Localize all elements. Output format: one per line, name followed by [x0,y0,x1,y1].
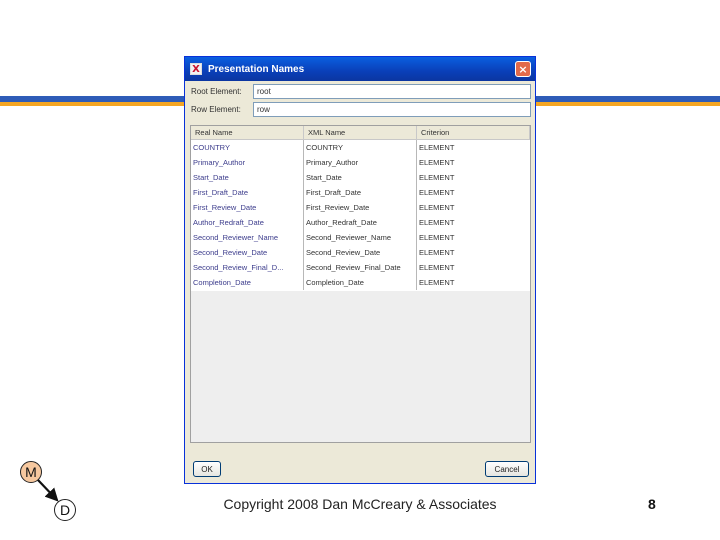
close-button[interactable]: × [515,61,531,77]
logo-m-node: M [20,461,42,483]
real-name-cell: Second_Review_Final_D... [191,260,304,275]
app-icon: X [190,63,202,75]
table-row[interactable]: First_Review_Date First_Review_Date ELEMEN… [191,200,530,215]
names-table: Real Name XML Name Criterion COUNTRY COUN… [190,125,531,443]
xml-name-cell[interactable]: Start_Date [304,170,417,185]
table-row[interactable]: Second_Review_Final_D... Second_Review_Fi… [191,260,530,275]
xml-name-cell[interactable]: Second_Reviewer_Name [304,230,417,245]
criterion-cell: ELEMENT [419,203,455,212]
table-body: COUNTRY COUNTRY ELEMENT Primary_Author Prima… [191,140,530,290]
xml-name-cell[interactable]: First_Draft_Date [304,185,417,200]
criterion-cell: ELEMENT [419,173,455,182]
table-row[interactable]: Second_Reviewer_Name Second_Reviewer_Name… [191,230,530,245]
row-element-label: Row Element: [191,104,241,114]
dialog-titlebar[interactable]: X Presentation Names × [185,57,535,81]
ok-button[interactable]: OK [193,461,221,477]
column-header-xml-name[interactable]: XML Name [304,126,417,139]
dialog-title: Presentation Names [208,63,305,75]
criterion-cell: ELEMENT [419,218,455,227]
real-name-cell: Completion_Date [191,275,304,290]
xml-name-cell[interactable]: COUNTRY [304,140,417,155]
criterion-cell: ELEMENT [419,263,455,272]
real-name-cell: Second_Review_Date [191,245,304,260]
xml-name-cell[interactable]: Second_Review_Final_Date [304,260,417,275]
column-header-criterion[interactable]: Criterion [417,126,530,139]
row-element-input[interactable]: row [253,101,531,117]
real-name-cell: First_Review_Date [191,200,304,215]
real-name-cell: Second_Reviewer_Name [191,230,304,245]
root-element-label: Root Element: [191,86,242,96]
real-name-cell: Author_Redraft_Date [191,215,304,230]
xml-name-cell[interactable]: Completion_Date [304,275,417,290]
column-header-real-name[interactable]: Real Name [191,126,304,139]
page-number: 8 [648,496,656,512]
xml-name-cell[interactable]: Author_Redraft_Date [304,215,417,230]
real-name-cell: COUNTRY [191,140,304,155]
real-name-cell: Primary_Author [191,155,304,170]
table-row[interactable]: Primary_Author Primary_Author ELEMENT [191,155,530,170]
table-row[interactable]: Completion_Date Completion_Date ELEMENT [191,275,530,290]
real-name-cell: First_Draft_Date [191,185,304,200]
criterion-cell: ELEMENT [419,278,455,287]
row-element-row: Row Element: row [191,101,531,117]
copyright-text: Copyright 2008 Dan McCreary & Associates [223,496,497,512]
root-element-input[interactable]: root [253,83,531,99]
table-row[interactable]: COUNTRY COUNTRY ELEMENT [191,140,530,155]
criterion-cell: ELEMENT [419,233,455,242]
criterion-cell: ELEMENT [419,158,455,167]
table-row[interactable]: Author_Redraft_Date Author_Redraft_Date EL… [191,215,530,230]
cancel-button[interactable]: Cancel [485,461,529,477]
root-element-row: Root Element: root [191,83,531,99]
real-name-cell: Start_Date [191,170,304,185]
table-empty-area [191,291,530,442]
presentation-names-dialog: X Presentation Names × Root Element: roo… [184,56,536,484]
table-row[interactable]: Start_Date Start_Date ELEMENT [191,170,530,185]
xml-name-cell[interactable]: First_Review_Date [304,200,417,215]
table-row[interactable]: First_Draft_Date First_Draft_Date ELEMENT [191,185,530,200]
xml-name-cell[interactable]: Second_Review_Date [304,245,417,260]
table-header: Real Name XML Name Criterion [191,126,530,140]
criterion-cell: ELEMENT [419,248,455,257]
table-row[interactable]: Second_Review_Date Second_Review_Date ELEM… [191,245,530,260]
xml-name-cell[interactable]: Primary_Author [304,155,417,170]
criterion-cell: ELEMENT [419,143,455,152]
criterion-cell: ELEMENT [419,188,455,197]
